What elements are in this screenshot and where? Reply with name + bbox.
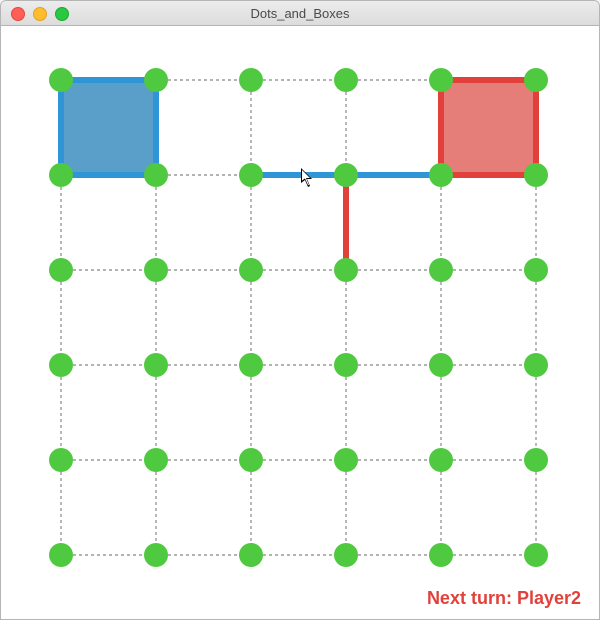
grid-dot <box>49 353 73 377</box>
grid-dot <box>429 68 453 92</box>
grid-dot <box>239 68 263 92</box>
grid-dot <box>239 258 263 282</box>
grid-dot <box>144 258 168 282</box>
grid-dot <box>429 258 453 282</box>
grid-dot <box>239 448 263 472</box>
app-window: Dots_and_Boxes Next turn: Player2 <box>0 0 600 620</box>
grid-dot <box>49 163 73 187</box>
grid-dot <box>49 448 73 472</box>
claimed-box <box>441 80 536 175</box>
grid-dot <box>334 448 358 472</box>
title-bar: Dots_and_Boxes <box>1 1 599 26</box>
grid-dot <box>334 258 358 282</box>
grid-dot <box>49 68 73 92</box>
grid-dot <box>524 543 548 567</box>
grid-dot <box>429 163 453 187</box>
status-label: Next turn: Player2 <box>427 588 581 609</box>
grid-dot <box>144 543 168 567</box>
grid-dot <box>144 163 168 187</box>
grid-dot <box>334 353 358 377</box>
grid-dot <box>524 353 548 377</box>
claimed-box <box>61 80 156 175</box>
grid-dot <box>49 258 73 282</box>
grid-dot <box>239 543 263 567</box>
board-svg[interactable] <box>1 25 599 619</box>
grid-dot <box>239 353 263 377</box>
grid-dot <box>429 543 453 567</box>
close-icon[interactable] <box>11 7 25 21</box>
grid-dot <box>334 163 358 187</box>
grid-dot <box>524 258 548 282</box>
zoom-icon[interactable] <box>55 7 69 21</box>
traffic-lights <box>11 7 69 21</box>
grid-dot <box>429 353 453 377</box>
grid-dot <box>144 353 168 377</box>
grid-dot <box>239 163 263 187</box>
grid-dot <box>144 448 168 472</box>
minimize-icon[interactable] <box>33 7 47 21</box>
grid-dot <box>334 68 358 92</box>
grid-dot <box>524 68 548 92</box>
grid-dot <box>49 543 73 567</box>
window-title: Dots_and_Boxes <box>1 6 599 21</box>
game-canvas[interactable]: Next turn: Player2 <box>1 25 599 619</box>
grid-dot <box>144 68 168 92</box>
grid-dot <box>524 448 548 472</box>
grid-dot <box>429 448 453 472</box>
grid-dot <box>334 543 358 567</box>
grid-dot <box>524 163 548 187</box>
